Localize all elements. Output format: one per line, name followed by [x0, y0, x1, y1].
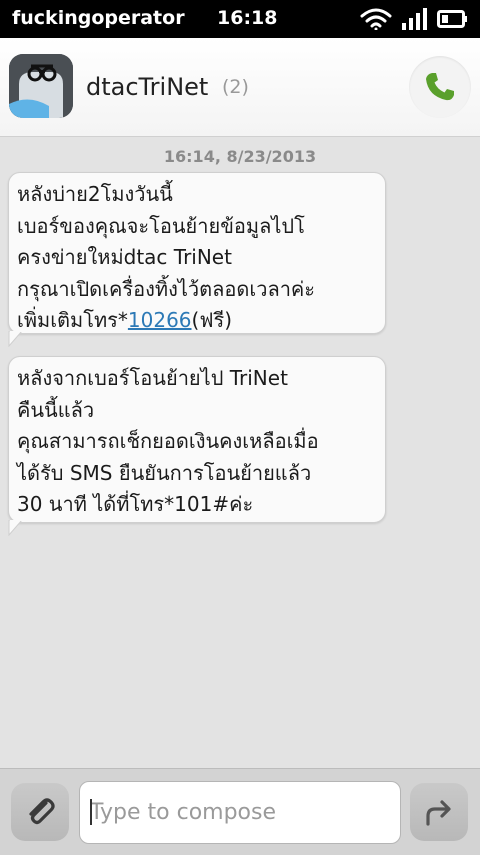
signal-icon	[402, 8, 427, 30]
phone-icon	[426, 73, 454, 101]
contact-name: dtacTriNet	[86, 73, 209, 101]
message-line: คุณสามารถเช็กยอดเงินคงเหลือเมื่อ	[17, 429, 319, 453]
conversation-header: dtacTriNet (2)	[0, 38, 480, 137]
phone-number-link[interactable]: 10266	[128, 308, 192, 332]
send-arrow-icon	[426, 800, 451, 826]
message-line: ครงข่ายใหม่dtac TriNet	[17, 245, 232, 269]
message-line: เบอร์ของคุณจะโอนย้ายข้อมูลไปโ	[17, 213, 305, 238]
compose-bar	[0, 768, 480, 855]
paperclip-icon	[29, 798, 55, 825]
message-text: เพิ่มเติมโทร*	[17, 308, 128, 332]
bubble-tail	[8, 520, 23, 536]
text-cursor	[90, 799, 92, 825]
date-separator: 16:14, 8/23/2013	[163, 147, 317, 166]
avatar-icon[interactable]	[9, 54, 73, 118]
operator-name: fuckingoperator	[12, 7, 185, 29]
compose-input[interactable]	[79, 781, 401, 844]
attach-button[interactable]	[11, 783, 69, 841]
wifi-icon	[360, 8, 392, 30]
message-line: กรุณาเปิดเครื่องทิ้งไว้ตลอดเวลาค่ะ	[17, 276, 316, 301]
status-bar: fuckingoperator 16:18	[0, 0, 480, 38]
message-line: เพิ่มเติมโทร*10266(ฟรี)	[17, 305, 377, 337]
call-button[interactable]	[409, 56, 471, 118]
message-bubble[interactable]: หลังบ่าย2โมงวันนี้ เบอร์ของคุณจะโอนย้ายข…	[8, 172, 386, 347]
status-clock: 16:18	[217, 7, 278, 29]
message-line: หลังจากเบอร์โอนย้ายไป TriNet	[17, 366, 288, 390]
message-text: (ฟรี)	[191, 308, 233, 332]
message-bubble[interactable]: หลังจากเบอร์โอนย้ายไป TriNet คืนนี้แล้ว …	[8, 356, 386, 536]
message-line: หลังบ่าย2โมงวันนี้	[17, 182, 173, 206]
message-line: ได้รับ SMS ยืนยันการโอนย้ายแล้ว	[17, 460, 312, 485]
message-line: คืนนี้แล้ว	[17, 397, 95, 422]
message-line: 30 นาที ได้ที่โทร*101#ค่ะ	[17, 492, 254, 516]
message-count: (2)	[222, 76, 249, 98]
bubble-tail	[8, 331, 23, 347]
battery-icon	[437, 10, 467, 28]
send-button[interactable]	[410, 783, 468, 841]
